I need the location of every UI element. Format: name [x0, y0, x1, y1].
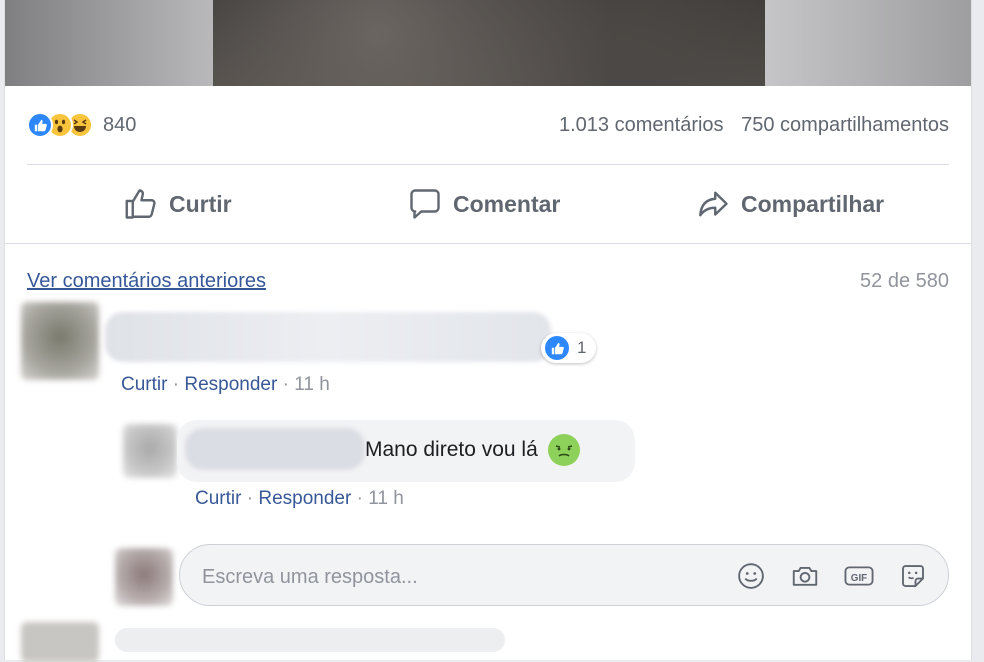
avatar[interactable] [123, 424, 177, 478]
gif-icon[interactable]: GIF [842, 559, 876, 593]
comments-shares-summary: 1.013 comentários 750 compartilhamentos [559, 114, 949, 137]
reply-author-blurred[interactable] [185, 428, 365, 470]
reply-reply-link[interactable]: Responder [258, 488, 351, 509]
comment-reply-link[interactable]: Responder [184, 374, 277, 395]
reply-text: Mano direto vou lá [365, 438, 538, 461]
comment-like-link[interactable]: Curtir [121, 374, 167, 395]
current-user-avatar [115, 548, 173, 606]
thumbs-up-icon [125, 189, 156, 219]
image-right-blur [765, 0, 971, 86]
image-photo [213, 0, 765, 86]
post-image[interactable] [5, 0, 971, 86]
reply-timestamp[interactable]: 11 h [368, 488, 404, 509]
avatar[interactable] [21, 622, 99, 662]
share-button-label: Compartilhar [741, 190, 885, 217]
comments-pager: 52 de 580 [860, 270, 949, 292]
comment-like-badge[interactable]: 1 [541, 333, 597, 363]
divider [27, 164, 949, 165]
reply-input-box[interactable]: GIF [179, 544, 949, 606]
sticker-icon[interactable] [896, 559, 930, 593]
avatar[interactable] [21, 302, 99, 380]
reply-content: Mano direto vou lá [365, 434, 580, 466]
nauseated-face-icon [547, 434, 580, 466]
like-icon [27, 112, 53, 138]
post-stats: 840 1.013 comentários 750 compartilhamen… [5, 100, 971, 152]
like-icon [545, 336, 569, 360]
comment-timestamp[interactable]: 11 h [294, 374, 330, 395]
divider [5, 243, 971, 244]
image-left-blur [5, 0, 213, 86]
comments-count[interactable]: 1.013 comentários [559, 114, 724, 136]
comment-button-label: Comentar [453, 190, 561, 217]
svg-text:GIF: GIF [851, 573, 867, 584]
like-button[interactable]: Curtir [123, 184, 232, 224]
emoji-icon[interactable] [734, 559, 768, 593]
next-comment-blurred [115, 628, 505, 652]
reactions-summary[interactable]: 840 [27, 112, 136, 138]
view-previous-comments-link[interactable]: Ver comentários anteriores [27, 270, 266, 293]
camera-icon[interactable] [788, 559, 822, 593]
share-icon [699, 191, 728, 217]
reply-input[interactable] [200, 557, 724, 597]
shares-count[interactable]: 750 compartilhamentos [741, 114, 949, 136]
post-actions: Curtir Comentar Compartilhar [5, 166, 971, 242]
share-button[interactable]: Compartilhar [695, 184, 884, 224]
reply-like-link[interactable]: Curtir [195, 488, 241, 509]
comment-like-count: 1 [577, 338, 587, 357]
reaction-count[interactable]: 840 [103, 114, 136, 137]
comment-icon [410, 189, 440, 219]
post-card: 840 1.013 comentários 750 compartilhamen… [4, 0, 972, 662]
comment-text-blurred [105, 312, 551, 362]
comment-actions: Curtir · Responder · 11 h [121, 374, 330, 395]
comment-button[interactable]: Comentar [407, 184, 560, 224]
reply-actions: Curtir · Responder · 11 h [195, 488, 404, 509]
like-button-label: Curtir [169, 190, 232, 217]
